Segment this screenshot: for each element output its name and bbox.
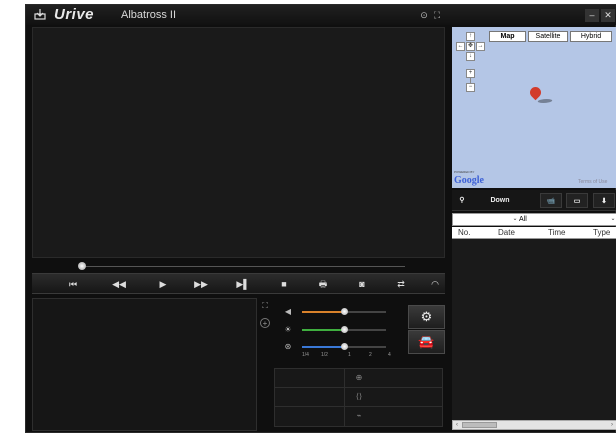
speed-labels: 1/4 1/2 1 2 4	[302, 352, 392, 360]
skip-start-button[interactable]: ⏮	[62, 277, 84, 292]
google-logo: Google	[454, 175, 484, 186]
column-header[interactable]: Time	[548, 228, 565, 237]
pan-down-icon[interactable]: ↓	[466, 52, 475, 61]
grid-divider	[344, 369, 345, 426]
swap-view-button[interactable]: ⇄	[390, 277, 412, 292]
speed-label: 1/4	[302, 352, 309, 358]
column-header[interactable]: Type	[593, 228, 610, 237]
filter-value: All	[519, 216, 527, 223]
pan-up-icon[interactable]: ↑	[466, 32, 475, 41]
speaker-icon: ◀	[284, 307, 292, 316]
speed-label: 4	[388, 352, 391, 358]
speed-fill	[302, 346, 344, 348]
table-header: No. Date Time Type	[452, 227, 616, 239]
panel-tabs: ⚲ Down 📹 ▭ ⬇	[452, 190, 616, 211]
pin-shadow	[536, 99, 554, 103]
title-bar: Urive Albatross II ⊙ ⛶ – ✕	[26, 5, 616, 25]
app-logo-icon	[34, 9, 46, 20]
speed-label: 1/2	[321, 352, 328, 358]
type-filter-select[interactable]: ⌄ All ⌄	[452, 213, 616, 226]
scroll-left-icon[interactable]: ‹	[453, 421, 461, 429]
expand-icon[interactable]: ⛶	[260, 301, 270, 311]
brightness-slider[interactable]: ☀	[283, 325, 387, 335]
brightness-track[interactable]	[302, 326, 386, 333]
fullscreen-icon[interactable]: ⛶	[431, 9, 443, 21]
minimize-button[interactable]: –	[585, 9, 599, 22]
settings-button[interactable]: ⚙	[408, 305, 445, 329]
print-button[interactable]: 🖶	[312, 277, 334, 292]
brightness-icon: ☀	[284, 325, 292, 334]
vehicle-button[interactable]: 🚘	[408, 330, 445, 354]
settings-title-icon[interactable]: ⊙	[418, 9, 430, 21]
rewind-button[interactable]: ◀◀	[108, 277, 130, 292]
car-icon: 🚘	[418, 334, 435, 349]
speed-label: 1	[348, 352, 351, 358]
skip-end-button[interactable]: ▶▌	[232, 277, 254, 292]
gear-icon: ⚙	[420, 309, 433, 324]
scroll-thumb[interactable]	[462, 422, 497, 428]
event-list[interactable]	[452, 239, 616, 420]
grid-row: ⟨⟩	[275, 388, 442, 407]
seek-handle[interactable]	[78, 262, 86, 270]
snapshot-button[interactable]: ◙	[351, 277, 373, 292]
stop-button[interactable]: ■	[273, 277, 295, 292]
location-pin-icon[interactable]	[527, 84, 544, 101]
map-view[interactable]: Map Satellite Hybrid ↑ ← ✥ → ↓ + − POWER…	[452, 27, 616, 188]
tab-down[interactable]: Down	[482, 193, 518, 208]
sensor-grid: ⊕ ⟨⟩ ⌁	[274, 368, 443, 427]
compass-icon: ⊕	[355, 373, 363, 382]
volume-handle[interactable]	[341, 308, 348, 315]
map-tab-satellite[interactable]: Satellite	[528, 31, 568, 42]
terms-link[interactable]: Terms of Use	[578, 179, 607, 185]
speed-track[interactable]	[302, 343, 386, 350]
sensor-icon: ⟨⟩	[355, 392, 363, 401]
horizontal-scrollbar[interactable]: ‹ ›	[452, 420, 616, 430]
zoom-in-icon[interactable]: +	[466, 69, 475, 78]
seek-track[interactable]	[80, 266, 405, 267]
chevron-down-icon[interactable]: ⌄	[609, 215, 616, 224]
speed-handle[interactable]	[341, 343, 348, 350]
brightness-fill	[302, 329, 344, 331]
playback-toolbar: ⏮ ◀◀ ▶ ▶▶ ▶▌ ■ 🖶 ◙ ⇄ ◠	[32, 273, 445, 294]
speed-icon: ⊛	[284, 342, 292, 351]
tab-camera[interactable]: 📹	[540, 193, 562, 208]
video-viewport[interactable]	[32, 27, 445, 258]
speed-slider[interactable]: ⊛	[283, 342, 387, 352]
speed-label: 2	[369, 352, 372, 358]
column-header[interactable]: Date	[498, 228, 515, 237]
pan-right-icon[interactable]: →	[476, 42, 485, 51]
secondary-view[interactable]	[32, 298, 257, 431]
tab-memory[interactable]: ▭	[566, 193, 588, 208]
tab-download[interactable]: ⬇	[593, 193, 615, 208]
zoom-out-icon[interactable]: −	[466, 83, 475, 92]
map-tab-map[interactable]: Map	[489, 31, 526, 42]
map-tab-hybrid[interactable]: Hybrid	[570, 31, 612, 42]
powered-by: POWERED BY	[454, 170, 475, 174]
brightness-handle[interactable]	[341, 326, 348, 333]
gps-icon: ⌁	[356, 411, 362, 420]
play-button[interactable]: ▶	[152, 277, 174, 292]
app-model: Albatross II	[121, 9, 177, 21]
scroll-right-icon[interactable]: ›	[608, 421, 616, 429]
volume-slider[interactable]: ◀	[283, 307, 387, 317]
speed-view-button[interactable]: ◠	[424, 277, 446, 292]
fast-forward-button[interactable]: ▶▶	[190, 277, 212, 292]
chevron-down-icon[interactable]: ⌄	[511, 215, 519, 224]
volume-fill	[302, 311, 344, 313]
add-icon[interactable]: +	[260, 318, 270, 328]
volume-track[interactable]	[302, 308, 386, 315]
app-brand: Urive	[54, 6, 95, 23]
close-button[interactable]: ✕	[601, 9, 615, 22]
pan-center-icon[interactable]: ✥	[466, 42, 475, 51]
pan-left-icon[interactable]: ←	[456, 42, 465, 51]
grid-row: ⊕	[275, 369, 442, 388]
grid-row: ⌁	[275, 407, 442, 426]
app-window: Urive Albatross II ⊙ ⛶ – ✕ ⏮ ◀◀ ▶ ▶▶ ▶▌ …	[25, 4, 616, 433]
column-header[interactable]: No.	[458, 228, 470, 237]
tab-location[interactable]: ⚲	[456, 193, 468, 208]
seek-bar[interactable]	[32, 261, 445, 271]
